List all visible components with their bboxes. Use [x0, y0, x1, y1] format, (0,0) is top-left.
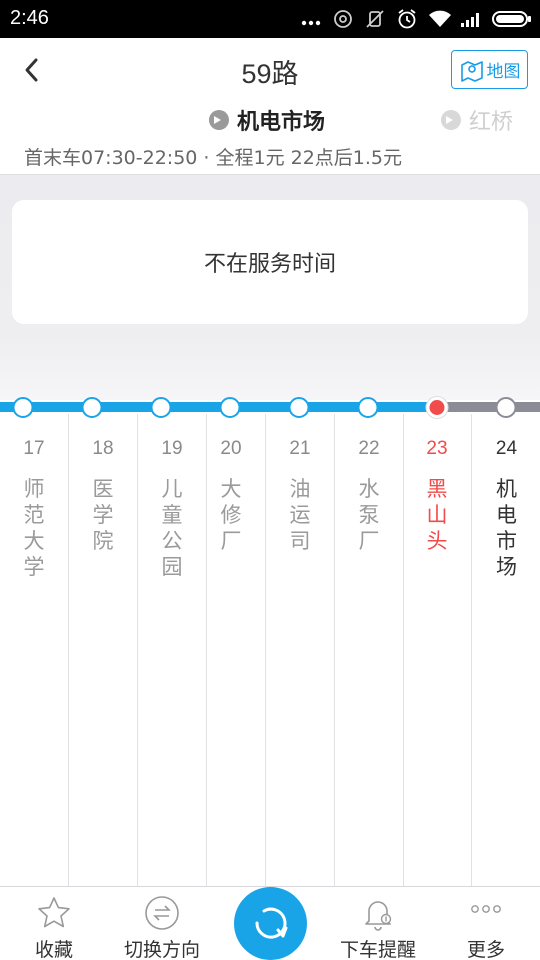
battery-icon	[492, 9, 532, 29]
map-button-label: 地图	[486, 62, 521, 82]
switch-direction-button[interactable]: 切换方向	[108, 887, 216, 960]
stop-number: 19	[161, 438, 183, 459]
clock-icon	[396, 9, 418, 29]
favorite-button[interactable]: 收藏	[0, 887, 108, 960]
direction-active-label: 机电市场	[237, 110, 326, 135]
stop-name: 油运司	[289, 477, 311, 553]
stop-column[interactable]: 18 医学院	[69, 414, 138, 886]
wifi-icon	[428, 9, 451, 29]
route-header: 59路 地图 机电市场 红桥 首末车07:30-22:50 · 全程1元 22点…	[0, 38, 540, 174]
route-line-remaining	[437, 402, 540, 412]
stop-name: 儿童公园	[161, 477, 183, 579]
more-label: 更多	[466, 939, 505, 960]
stop-column[interactable]: 22 水泵厂	[335, 414, 404, 886]
route-line: 17 师范大学 18 医学院 19 儿童公园 20 大修厂 21 油运司 22 …	[0, 397, 540, 886]
service-notice-text: 不在服务时间	[203, 252, 336, 277]
stop-dot	[12, 397, 34, 418]
arrow-right-icon	[441, 110, 461, 130]
switch-direction-label: 切换方向	[123, 939, 200, 960]
direction-other[interactable]: 红桥	[441, 104, 513, 136]
service-notice-card: 不在服务时间	[12, 200, 528, 324]
stop-dot	[357, 397, 379, 418]
stop-column-current[interactable]: 23 黑山头	[403, 414, 472, 886]
stop-number: 22	[358, 438, 380, 459]
switch-arrows-icon	[145, 896, 179, 930]
schedule-info: 首末车07:30-22:50 · 全程1元 22点后1.5元	[24, 147, 403, 169]
status-icons	[300, 8, 532, 30]
stop-column-terminal[interactable]: 24 机电市场	[472, 414, 540, 886]
more-button[interactable]: 更多	[432, 887, 540, 960]
refresh-button[interactable]	[234, 887, 307, 960]
direction-other-label: 红桥	[469, 110, 514, 135]
stop-dot-current	[426, 397, 448, 418]
more-dots-icon	[300, 9, 322, 29]
stop-dot	[495, 397, 517, 418]
stop-number: 18	[92, 438, 114, 459]
stop-name: 大修厂	[220, 477, 242, 553]
status-area: 不在服务时间	[0, 174, 540, 400]
stop-name: 机电市场	[496, 477, 517, 579]
stop-name: 医学院	[92, 477, 114, 553]
arrow-right-icon	[209, 110, 229, 130]
stop-number: 20	[220, 438, 242, 459]
favorite-label: 收藏	[34, 939, 73, 960]
more-icon	[471, 905, 501, 913]
map-button[interactable]: 地图	[451, 50, 528, 89]
stop-name: 黑山头	[426, 477, 448, 553]
direction-active[interactable]: 机电市场	[209, 104, 325, 136]
stop-number: 24	[495, 438, 518, 459]
stop-name: 师范大学	[23, 477, 45, 579]
stop-dot	[150, 397, 172, 418]
alarm-icon	[332, 9, 354, 29]
alight-reminder-label: 下车提醒	[339, 939, 416, 960]
stop-number: 17	[23, 438, 45, 459]
stop-column[interactable]: 20 大修厂	[197, 414, 266, 886]
mute-icon	[364, 9, 386, 29]
stop-dot	[288, 397, 310, 418]
status-bar: 2:46	[0, 0, 540, 38]
alight-reminder-button[interactable]: 下车提醒	[324, 887, 432, 960]
stop-column[interactable]: 17 师范大学	[0, 414, 69, 886]
stop-number: 23	[426, 438, 448, 459]
refresh-icon	[255, 907, 288, 939]
stop-dot	[219, 397, 241, 418]
stop-number: 21	[289, 438, 311, 459]
stop-column[interactable]: 21 油运司	[266, 414, 335, 886]
status-time: 2:46	[10, 7, 49, 29]
stop-name: 水泵厂	[358, 477, 380, 553]
star-icon	[38, 897, 70, 928]
signal-icon	[460, 9, 482, 29]
bell-icon	[365, 901, 392, 931]
map-icon	[460, 60, 483, 82]
stop-dot	[81, 397, 103, 418]
